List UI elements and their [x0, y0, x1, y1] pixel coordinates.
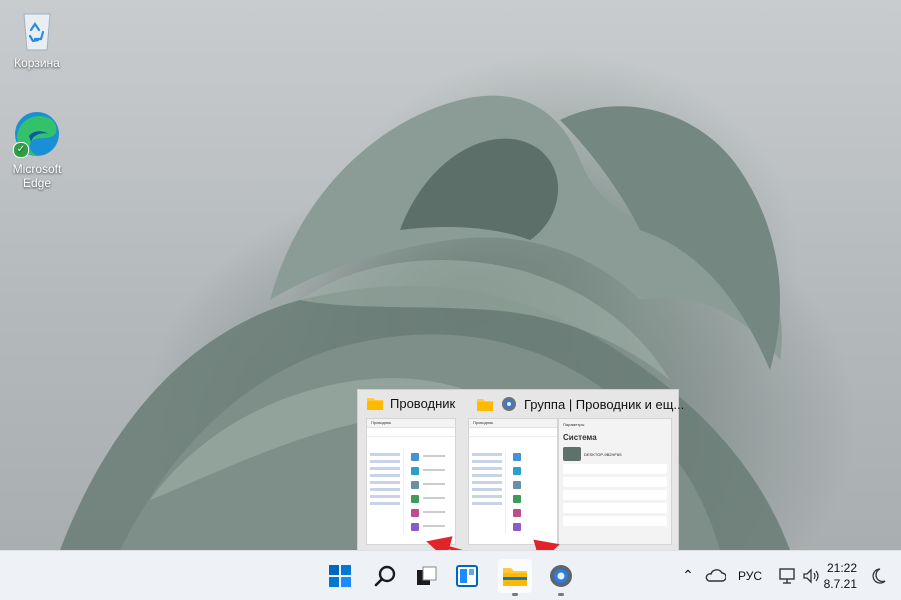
task-view-icon: [417, 566, 437, 585]
mini-title-2: Проводник: [473, 420, 494, 425]
recycle-bin-icon: [18, 8, 56, 52]
system-tray: ⌃ РУС: [680, 551, 820, 600]
clock[interactable]: 21:22 8.7.21: [824, 560, 857, 592]
taskbar-thumbnail-preview: Проводник Проводник Группа | Проводник и…: [357, 389, 684, 551]
focus-assist-moon-icon[interactable]: [869, 567, 887, 585]
mini-settings-heading: Система: [563, 433, 597, 442]
running-indicator: [512, 593, 518, 596]
mini-device-name: DESKTOP-9B2HF6S: [584, 451, 622, 457]
language-indicator[interactable]: РУС: [738, 569, 762, 583]
chevron-up-icon[interactable]: ⌃: [680, 567, 696, 584]
file-explorer-icon: [503, 568, 527, 586]
mini-settings-title: Параметры: [563, 422, 585, 427]
settings-taskbar-button[interactable]: [544, 559, 578, 596]
mini-title: Проводник: [371, 420, 392, 425]
volume-icon[interactable]: [802, 567, 820, 584]
thumbnail-group[interactable]: Группа | Проводник и ещ... Проводник Пар…: [468, 390, 684, 551]
thumbnail-group-title-bar: Группа | Проводник и ещ...: [476, 395, 684, 413]
start-button[interactable]: [323, 559, 357, 593]
recycle-bin-label: Корзина: [14, 56, 60, 70]
taskbar: ⌃ РУС 21:22 8.7.21: [0, 550, 901, 600]
shortcut-check-icon: ✓: [13, 142, 29, 158]
thumbnail-group-title: Группа | Проводник и ещ...: [524, 396, 685, 412]
edge-label: Microsoft Edge: [12, 162, 62, 190]
task-view-button[interactable]: [409, 559, 443, 593]
search-button[interactable]: [368, 559, 402, 593]
file-explorer-taskbar-button[interactable]: [498, 559, 532, 596]
settings-gear-icon: [502, 397, 516, 411]
folder-icon: [477, 399, 493, 411]
widgets-icon: [456, 565, 478, 587]
network-icon[interactable]: [778, 567, 798, 585]
thumbnail-title-bar: Проводник: [366, 395, 455, 411]
mini-explorer-window-2: Проводник: [468, 418, 558, 545]
mini-explorer-window: Проводник: [366, 418, 456, 545]
start-icon: [329, 565, 351, 587]
search-icon: [374, 565, 396, 587]
mini-device-image: [563, 447, 581, 461]
recycle-bin-desktop-icon[interactable]: Корзина: [0, 8, 74, 70]
thumbnail-title: Проводник: [390, 395, 456, 411]
folder-icon: [367, 398, 383, 410]
thumbnail-file-explorer[interactable]: Проводник Проводник: [358, 390, 466, 551]
edge-icon: ✓: [13, 110, 61, 158]
widgets-button[interactable]: [450, 559, 484, 593]
clock-time: 21:22: [826, 561, 857, 575]
onedrive-cloud-icon[interactable]: [704, 568, 726, 584]
settings-icon: [550, 565, 572, 587]
mini-settings-window: Параметры Система DESKTOP-9B2HF6S: [558, 418, 672, 545]
clock-date: 8.7.21: [823, 577, 857, 591]
edge-desktop-icon[interactable]: ✓ Microsoft Edge: [0, 110, 74, 190]
running-indicator: [558, 593, 564, 596]
